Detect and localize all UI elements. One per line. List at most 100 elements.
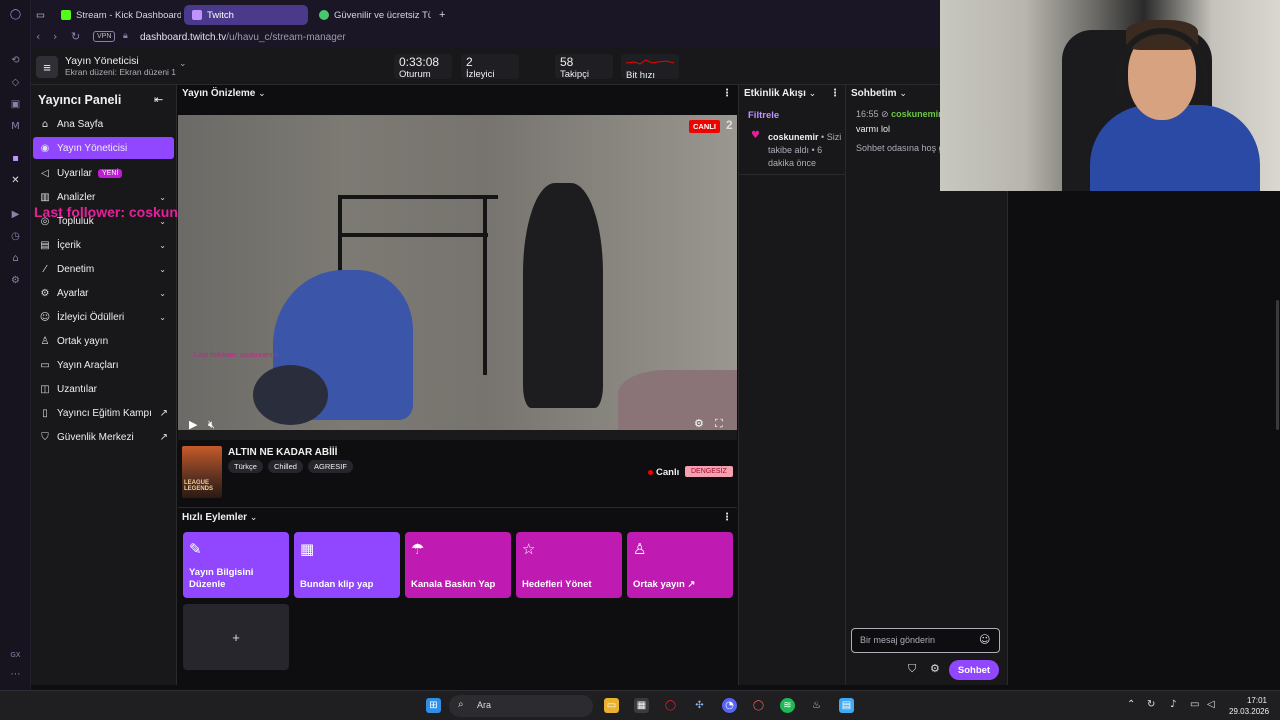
extensions-icon[interactable]: ◇ (9, 76, 22, 89)
preview-heading[interactable]: Yayın Önizleme ⌄ (182, 88, 266, 99)
quick-action-collab[interactable]: ♙ Ortak yayın ↗ (627, 532, 733, 598)
bookmarks-icon[interactable]: ⌂ (9, 252, 22, 265)
sidebar-item-content[interactable]: ▤ İçerik ⌄ (33, 234, 174, 256)
opera-icon[interactable]: ◯ (663, 698, 678, 713)
video-player[interactable]: CANLI 2 Last follower: coskunemir ▶ 🔇︎ ⚙… (178, 115, 737, 440)
twitch-icon[interactable]: ▪ (9, 152, 22, 165)
sidebar-item-stream-manager[interactable]: ◉ Yayın Yöneticisi (33, 137, 174, 159)
back-icon[interactable]: ‹ (36, 30, 40, 43)
play-icon[interactable]: ▶ (189, 418, 197, 431)
tag-chip[interactable]: Chilled (268, 460, 303, 473)
sidebar-item-safety[interactable]: ⛉ Güvenlik Merkezi ↗ (33, 426, 174, 448)
x-icon[interactable]: ✕ (9, 174, 22, 187)
reload-icon[interactable]: ↻ (71, 30, 80, 43)
opera-logo-icon[interactable]: ◯ (9, 8, 22, 21)
stream-title: ALTIN NE KADAR ABİİİ (228, 447, 338, 458)
quick-action-raid[interactable]: ☂ Kanala Baskın Yap (405, 532, 511, 598)
aria-icon[interactable]: ⟲ (9, 54, 22, 67)
sidebar-item-collab[interactable]: ♙ Ortak yayın (33, 330, 174, 352)
app-icon[interactable]: ✣ (692, 698, 707, 713)
messenger-icon[interactable]: ▣ (9, 98, 22, 111)
gx-icon[interactable]: GX (9, 648, 22, 661)
filter-button[interactable]: Filtrele (748, 110, 779, 121)
new-tab-button[interactable]: + (435, 5, 453, 25)
fullscreen-icon[interactable]: ⛶ (715, 417, 723, 431)
chat-timestamp: 16:55 (856, 109, 879, 119)
tab-kick[interactable]: Stream - Kick Dashboard (53, 5, 181, 25)
notepad-icon[interactable]: ▤ (839, 698, 854, 713)
chevron-down-icon: ⌄ (159, 240, 166, 250)
external-link-icon: ↗ (159, 407, 168, 419)
sidebar-item-settings[interactable]: ⚙ Ayarlar ⌄ (33, 282, 174, 304)
store-icon[interactable]: ▦ (634, 698, 649, 713)
gear-icon[interactable]: ⚙ (930, 662, 940, 675)
steam-icon[interactable]: ♨ (809, 698, 824, 713)
quick-action-clip[interactable]: ▦ Bundan klip yap (294, 532, 400, 598)
layout-selector[interactable]: Ekran düzeni: Ekran düzeni 1 (65, 67, 176, 77)
tag-chip[interactable]: Türkçe (228, 460, 263, 473)
chat-send-button[interactable]: Sohbet (949, 660, 999, 680)
sidebar-item-home[interactable]: ⌂ Ana Sayfa (33, 113, 174, 135)
vpn-badge[interactable]: VPN (93, 31, 116, 42)
collapse-icon[interactable]: ⇤ (154, 93, 163, 106)
mail-icon[interactable]: M (9, 120, 22, 133)
spotify-icon[interactable]: ≋ (780, 698, 795, 713)
gear-icon[interactable]: ⚙ (694, 417, 704, 430)
tab-guvenilir[interactable]: Güvenilir ve ücretsiz Türkç (311, 5, 431, 25)
file-explorer-icon[interactable]: ▭ (604, 698, 619, 713)
sidebar-item-bootcamp[interactable]: ▯ Yayıncı Eğitim Kampı ↗ (33, 402, 174, 424)
extension-icon: ◫ (40, 383, 50, 395)
url-field[interactable]: dashboard.twitch.tv/u/havu_c/stream-mana… (140, 32, 346, 43)
sidebar-item-alerts[interactable]: ◁ Uyarılar YENİ (33, 162, 174, 184)
chat-title: Sohbetim (851, 88, 897, 99)
settings-icon[interactable]: ⚙ (9, 274, 22, 287)
shield-icon[interactable]: ⛉ (908, 662, 916, 676)
start-icon[interactable]: ⊞ (426, 698, 441, 713)
forward-icon[interactable]: › (53, 30, 57, 43)
chevron-up-icon[interactable]: ⌃ (1127, 699, 1135, 710)
feed-item[interactable]: ♥ coskunemir • Sizi takibe aldı • 6 daki… (739, 125, 845, 175)
sidebar-item-moderation[interactable]: ⁄ Denetim ⌄ (33, 258, 174, 280)
sync-icon[interactable]: ↻ (1147, 699, 1155, 710)
video-bottom-edge (178, 430, 737, 440)
more-options-icon[interactable]: ⋮ (722, 88, 732, 99)
discord-icon[interactable]: ◔ (722, 698, 737, 713)
quick-action-edit-info[interactable]: ✎ Yayın Bilgisini Düzenle (183, 532, 289, 598)
tag-chip[interactable]: AGRESIF (308, 460, 353, 473)
health-badge[interactable]: DENGESİZ (685, 466, 733, 477)
lock-icon[interactable]: 🔒︎ (123, 31, 128, 41)
quick-action-goals[interactable]: ☆ Hedefleri Yönet (516, 532, 622, 598)
tab-grid-icon[interactable]: ▭ (32, 5, 52, 25)
sidebar-item-stream-tools[interactable]: ▭ Yayın Araçları (33, 354, 174, 376)
sidebar-item-viewer-rewards[interactable]: ☺ İzleyici Ödülleri ⌄ (33, 306, 174, 328)
mute-icon[interactable]: 🔇︎ (208, 418, 215, 432)
chevron-down-icon: ⌄ (159, 312, 166, 322)
activity-heading[interactable]: Etkinlik Akışı ⌄ (744, 88, 816, 99)
add-quick-action-button[interactable]: + (183, 604, 289, 670)
more-icon[interactable]: ⋯ (9, 668, 22, 681)
display-icon[interactable]: ▭ (1190, 699, 1199, 710)
chat-heading[interactable]: Sohbetim ⌄ (851, 88, 907, 99)
category-cover[interactable]: LEAGUE LEGENDS (182, 446, 222, 498)
tab-twitch[interactable]: Twitch (184, 5, 308, 25)
chat-username[interactable]: coskunemir (891, 109, 942, 119)
chat-input[interactable]: Bir mesaj gönderin (851, 628, 1000, 653)
opera-gx-icon[interactable]: ◯ (751, 698, 766, 713)
search-label: Ara (477, 700, 492, 710)
microphone-icon[interactable]: ♪ (1170, 699, 1176, 710)
taskbar-search[interactable]: ⌕ Ara (449, 695, 593, 717)
sidebar-item-label: Yayın Yöneticisi (57, 142, 128, 154)
clock[interactable]: 17:01 29.03.2026 (1229, 695, 1269, 717)
chevron-down-icon[interactable]: ⌄ (179, 59, 187, 69)
sidebar-item-extensions[interactable]: ◫ Uzantılar (33, 378, 174, 400)
menu-icon[interactable]: ≡ (36, 56, 58, 78)
volume-icon[interactable]: ◁ (1207, 699, 1215, 710)
more-options-icon[interactable]: ⋮ (722, 512, 732, 523)
more-options-icon[interactable]: ⋮ (830, 88, 840, 99)
history-icon[interactable]: ◷ (9, 230, 22, 243)
player-icon[interactable]: ▶ (9, 208, 22, 221)
quick-actions-heading[interactable]: Hızlı Eylemler ⌄ (182, 512, 257, 523)
scrollbar[interactable] (1276, 300, 1279, 430)
quick-actions-panel: Hızlı Eylemler ⌄ ⋮ ✎ Yayın Bilgisini Düze… (178, 507, 737, 685)
emoji-icon[interactable]: ☺ (979, 633, 990, 646)
